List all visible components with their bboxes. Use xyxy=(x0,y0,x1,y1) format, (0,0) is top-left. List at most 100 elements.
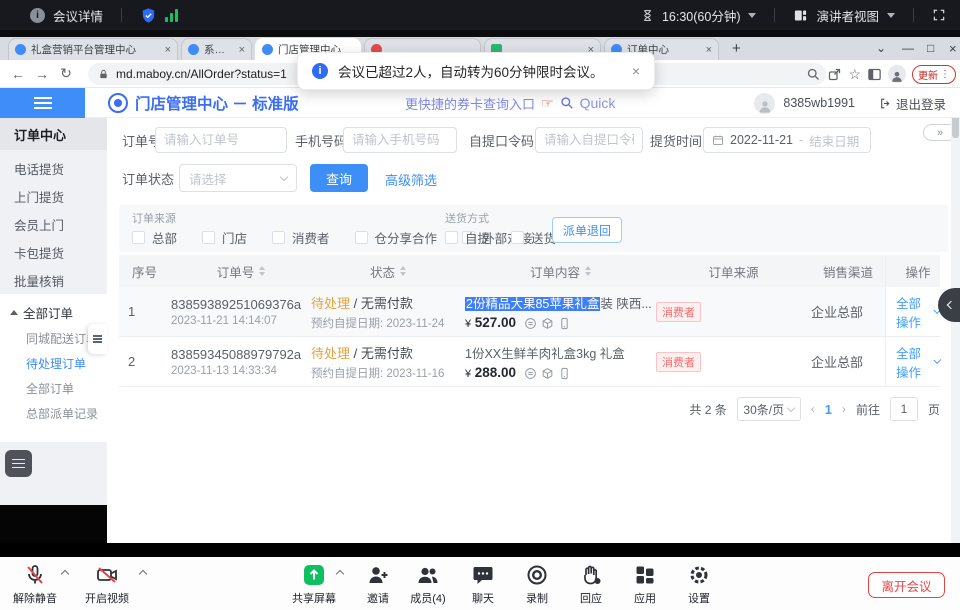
phone-icon[interactable] xyxy=(558,317,571,330)
side-panel-icon[interactable] xyxy=(867,67,882,82)
apps-button[interactable]: 应用 xyxy=(616,563,674,606)
date-separator: - xyxy=(799,133,803,147)
browser-tab-1[interactable]: 礼盒营销平台管理中心 × xyxy=(8,38,178,60)
record-button[interactable]: 录制 xyxy=(508,563,566,606)
advanced-filter-link[interactable]: 高级筛选 xyxy=(385,170,437,189)
sidebar-item-batch-verify[interactable]: 批量核销 xyxy=(0,266,107,294)
user-avatar[interactable] xyxy=(754,93,775,114)
search-button[interactable]: 查询 xyxy=(310,164,368,192)
share-icon[interactable] xyxy=(827,67,842,82)
reactions-button[interactable]: 回应 xyxy=(562,563,620,606)
meeting-floating-toolbar-button[interactable] xyxy=(5,450,32,477)
quick-word[interactable]: Quick xyxy=(580,95,616,111)
bookmark-star-icon[interactable]: ☆ xyxy=(848,66,861,83)
toast-close-icon[interactable]: × xyxy=(632,63,640,79)
table-row[interactable]: 2 83859345088979792a 2023-11-13 14:33:34… xyxy=(119,337,940,387)
sort-icon[interactable] xyxy=(400,266,406,276)
pickup-code-label: 自提口令码 xyxy=(469,127,534,153)
view-mode-label[interactable]: 演讲者视图 xyxy=(816,6,879,25)
package-icon[interactable] xyxy=(541,317,554,330)
window-maximize-button[interactable]: □ xyxy=(927,41,934,55)
layout-view-icon xyxy=(793,8,808,23)
sort-icon[interactable] xyxy=(259,266,265,276)
timer-dropdown-caret[interactable] xyxy=(748,13,756,18)
checkbox-store[interactable] xyxy=(202,231,215,244)
logout-button[interactable]: 退出登录 xyxy=(896,94,946,113)
username[interactable]: 8385wb1991 xyxy=(783,96,855,110)
chat-button[interactable]: 聊天 xyxy=(454,563,512,606)
current-page[interactable]: 1 xyxy=(825,402,832,417)
receipt-icon[interactable] xyxy=(524,317,537,330)
prev-page-button[interactable]: ‹ xyxy=(811,402,815,416)
dispatch-return-button[interactable]: 派单退回 xyxy=(552,217,622,243)
date-range-picker[interactable]: 2022-11-21 - 结束日期 xyxy=(703,127,871,153)
order-no-input[interactable] xyxy=(155,127,287,153)
page-size-select[interactable]: 30条/页 xyxy=(737,397,801,421)
view-dropdown-caret[interactable] xyxy=(887,13,895,18)
reload-icon[interactable]: ↻ xyxy=(54,65,78,82)
next-page-button[interactable]: › xyxy=(842,402,846,416)
all-actions-dropdown[interactable]: 全部操作 xyxy=(896,293,940,331)
sort-icon[interactable] xyxy=(585,266,591,276)
sidebar-item-hq-dispatch-records[interactable]: 总部派单记录 xyxy=(0,401,107,426)
back-icon[interactable]: ← xyxy=(6,66,30,82)
browser-menu-dots-icon[interactable]: ⋮ xyxy=(940,69,950,80)
sidebar-item-all-orders[interactable]: 全部订单 xyxy=(0,376,107,401)
site-favicon xyxy=(15,44,26,55)
start-video-button[interactable]: 开启视频 xyxy=(78,563,136,606)
phone-input[interactable] xyxy=(343,127,457,153)
pickup-date-note: 预约自提日期: 2023-11-16 xyxy=(311,365,465,381)
sidebar-item-door-pickup[interactable]: 上门提货 xyxy=(0,182,107,210)
phone-icon[interactable] xyxy=(558,367,571,380)
goto-page-input[interactable] xyxy=(890,397,918,421)
package-icon[interactable] xyxy=(541,367,554,380)
leave-meeting-button[interactable]: 离开会议 xyxy=(868,572,945,598)
new-tab-button[interactable]: + xyxy=(732,40,741,57)
tab-close-icon[interactable]: × xyxy=(239,44,245,56)
fullscreen-icon[interactable] xyxy=(932,8,946,22)
order-time: 2023-11-21 14:14:07 xyxy=(171,315,311,327)
zoom-icon[interactable] xyxy=(806,67,821,82)
sidebar-group-toggle[interactable]: 全部订单 xyxy=(0,298,107,326)
members-button[interactable]: 成员(4) xyxy=(399,563,457,606)
sidebar-item-pending-orders[interactable]: 待处理订单 xyxy=(0,351,107,376)
tab-close-icon[interactable]: × xyxy=(165,44,171,56)
unmute-button[interactable]: 解除静音 xyxy=(6,563,64,606)
meeting-details-label[interactable]: 会议详情 xyxy=(53,6,103,25)
quick-search-icon[interactable] xyxy=(560,96,574,110)
checkbox-consumer[interactable] xyxy=(272,231,285,244)
order-status-select[interactable]: 请选择 xyxy=(179,164,297,192)
meeting-info-icon[interactable]: i xyxy=(30,8,45,23)
filter-panel: 订单来源 总部 门店 消费者 仓分享合作 外部对接 送货方式 自提 送货 派单退… xyxy=(119,205,948,252)
share-screen-button[interactable]: 共享屏幕 xyxy=(285,563,343,606)
security-shield-icon[interactable] xyxy=(140,7,157,24)
checkbox-warehouse-share[interactable] xyxy=(355,231,368,244)
quick-entry-link[interactable]: 更快捷的券卡查询入口 xyxy=(405,94,535,113)
chevron-down-icon xyxy=(280,172,288,180)
checkbox-hq[interactable] xyxy=(132,231,145,244)
settings-button[interactable]: 设置 xyxy=(670,563,728,606)
window-menu-chevron[interactable]: ⌄ xyxy=(876,41,886,55)
receipt-icon[interactable] xyxy=(524,367,537,380)
sidebar-item-card-pickup[interactable]: 卡包提货 xyxy=(0,238,107,266)
page-unit-label: 页 xyxy=(928,401,940,418)
tab-close-icon[interactable]: × xyxy=(706,44,712,56)
checkbox-delivery[interactable] xyxy=(511,231,524,244)
network-signal-icon[interactable] xyxy=(165,9,178,22)
browser-tab-2[interactable]: 系统培训学习 × xyxy=(181,38,252,60)
app-header: 门店管理中心 － 标准版 更快捷的券卡查询入口 ☞ Quick 8385wb19… xyxy=(0,88,960,118)
sidebar-item-phone-pickup[interactable]: 电话提货 xyxy=(0,154,107,182)
forward-icon[interactable]: → xyxy=(30,66,54,82)
browser-profile-avatar[interactable] xyxy=(888,65,906,83)
sidebar-item-member-visit[interactable]: 会员上门 xyxy=(0,210,107,238)
video-options-chevron[interactable] xyxy=(139,570,147,578)
browser-update-button[interactable]: 更新 ⋮ xyxy=(912,65,956,84)
sidebar-toggle-button[interactable] xyxy=(0,88,85,118)
checkbox-self-pickup[interactable] xyxy=(445,231,458,244)
sidebar-drag-handle[interactable] xyxy=(88,324,107,354)
window-close-button[interactable]: × xyxy=(949,41,957,56)
table-row[interactable]: 1 83859389251069376a 2023-11-21 14:14:07… xyxy=(119,287,940,337)
pickup-code-input[interactable] xyxy=(535,127,643,153)
window-minimize-button[interactable]: — xyxy=(902,41,914,55)
all-actions-dropdown[interactable]: 全部操作 xyxy=(896,343,940,381)
